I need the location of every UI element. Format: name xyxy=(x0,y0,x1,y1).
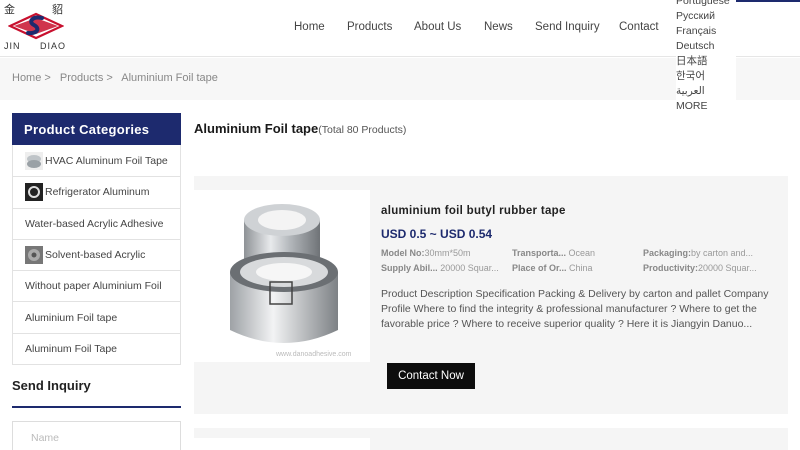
category-item[interactable]: Without paper Aluminium Foil xyxy=(13,270,180,301)
breadcrumb: Home > Products > Aluminium Foil tape xyxy=(12,72,224,84)
nav-contact[interactable]: Contact xyxy=(619,21,659,33)
breadcrumb-products[interactable]: Products xyxy=(60,72,103,84)
lang-russian[interactable]: Русский xyxy=(676,9,736,24)
spec-model-no: Model No:30mm*50m xyxy=(381,248,471,258)
page-title: Aluminium Foil tape(Total 80 Products) xyxy=(194,121,406,136)
category-label: Refrigerator Aluminum xyxy=(45,186,150,199)
category-item[interactable]: HVAC Aluminum Foil Tape xyxy=(13,145,180,176)
category-title: Aluminium Foil tape xyxy=(194,121,319,136)
nav-about-us[interactable]: About Us xyxy=(414,21,461,33)
categories-heading: Product Categories xyxy=(12,113,181,145)
breadcrumb-separator: > xyxy=(106,72,113,84)
lang-more[interactable]: MORE xyxy=(676,99,736,114)
send-inquiry-underline xyxy=(12,406,181,408)
category-label: Aluminium Foil tape xyxy=(25,311,118,324)
nav-news[interactable]: News xyxy=(484,21,513,33)
category-label: Solvent-based Acrylic xyxy=(45,249,146,262)
contact-now-button[interactable]: Contact Now xyxy=(387,363,475,389)
product-description: Product Description Specification Packin… xyxy=(381,288,769,330)
category-thumbnail-icon xyxy=(25,183,43,202)
nav-send-inquiry[interactable]: Send Inquiry xyxy=(535,21,600,33)
spec-supply-ability: Supply Abil... 20000 Squar... xyxy=(381,263,499,273)
product-price: USD 0.5 ~ USD 0.54 xyxy=(381,227,493,241)
category-item[interactable]: Water-based Acrylic Adhesive xyxy=(13,207,180,239)
spec-packaging: Packaging:by carton and... xyxy=(643,248,754,258)
category-item[interactable]: Refrigerator Aluminum xyxy=(13,176,180,207)
image-watermark: www.danoadhesive.com xyxy=(276,351,352,358)
lang-arabic[interactable]: العربية xyxy=(676,84,736,99)
lang-portuguese[interactable]: Portuguese xyxy=(676,0,736,9)
category-item[interactable]: Aluminum Foil Tape xyxy=(13,332,180,364)
category-item[interactable]: Aluminium Foil tape xyxy=(13,301,180,332)
nav-home[interactable]: Home xyxy=(294,21,325,33)
category-label: Aluminum Foil Tape xyxy=(25,342,118,355)
category-list: HVAC Aluminum Foil Tape Refrigerator Alu… xyxy=(12,145,181,366)
name-input[interactable] xyxy=(12,421,181,450)
category-thumbnail-icon xyxy=(25,246,43,265)
category-label: HVAC Aluminum Foil Tape xyxy=(45,154,168,167)
language-dropdown: Portuguese Русский Français Deutsch 日本語 … xyxy=(676,0,736,114)
breadcrumb-separator: > xyxy=(44,72,51,84)
breadcrumb-current: Aluminium Foil tape xyxy=(121,72,218,84)
lang-french[interactable]: Français xyxy=(676,24,736,39)
spec-place-of-origin: Place of Or... China xyxy=(512,263,593,273)
product-card-next xyxy=(194,428,788,450)
lang-german[interactable]: Deutsch xyxy=(676,39,736,54)
logo-mark-icon xyxy=(8,12,64,40)
logo-en-right: DIAO xyxy=(40,41,67,51)
company-logo[interactable]: 金 貂 JIN DIAO xyxy=(2,0,68,54)
spec-transportation: Transporta... Ocean xyxy=(512,248,596,258)
spec-productivity: Productivity:20000 Squar... xyxy=(643,263,757,273)
product-card: www.danoadhesive.com aluminium foil buty… xyxy=(194,176,788,414)
product-image-next[interactable] xyxy=(194,438,370,450)
breadcrumb-home[interactable]: Home xyxy=(12,72,41,84)
product-count: (Total 80 Products) xyxy=(318,124,407,136)
tape-roll-icon xyxy=(230,204,338,343)
category-label: Without paper Aluminium Foil xyxy=(25,280,162,293)
lang-japanese[interactable]: 日本語 xyxy=(676,54,736,69)
category-thumbnail-icon xyxy=(25,151,43,170)
category-item[interactable]: Solvent-based Acrylic xyxy=(13,238,180,270)
logo-en-left: JIN xyxy=(4,41,21,51)
category-label: Water-based Acrylic Adhesive xyxy=(25,217,164,230)
product-image[interactable]: www.danoadhesive.com xyxy=(194,190,370,362)
nav-products[interactable]: Products xyxy=(347,21,392,33)
product-title-link[interactable]: aluminium foil butyl rubber tape xyxy=(381,205,566,217)
lang-korean[interactable]: 한국어 xyxy=(676,69,736,84)
send-inquiry-heading: Send Inquiry xyxy=(12,378,91,393)
